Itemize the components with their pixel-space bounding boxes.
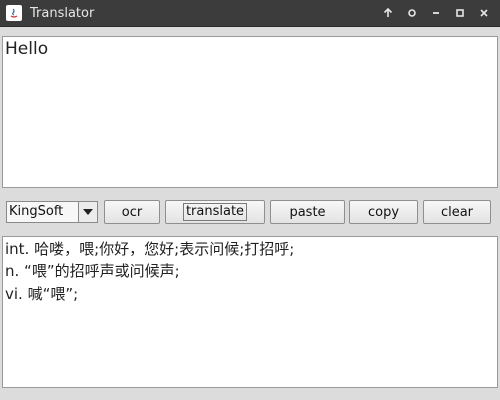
maximize-icon[interactable] xyxy=(448,0,472,26)
title-bar: Translator xyxy=(0,0,500,27)
result-line: vi. 喊“喂”; xyxy=(5,285,79,303)
source-text-area[interactable]: Hello xyxy=(2,36,498,188)
arrow-up-icon[interactable] xyxy=(376,0,400,26)
copy-button-label: copy xyxy=(367,204,400,220)
engine-dropdown[interactable]: KingSoft xyxy=(6,201,98,223)
clear-button[interactable]: clear xyxy=(423,200,491,224)
result-line: int. 哈喽，喂;你好，您好;表示问候;打招呼; xyxy=(5,240,295,258)
clear-button-label: clear xyxy=(440,204,474,220)
result-line: n. “喂”的招呼声或问候声; xyxy=(5,262,180,280)
engine-selected-value: KingSoft xyxy=(7,202,79,222)
copy-button[interactable]: copy xyxy=(349,200,418,224)
circle-icon[interactable] xyxy=(400,0,424,26)
close-icon[interactable] xyxy=(472,0,496,26)
paste-button-label: paste xyxy=(289,204,326,220)
result-text-area[interactable]: int. 哈喽，喂;你好，您好;表示问候;打招呼; n. “喂”的招呼声或问候声… xyxy=(2,236,498,388)
paste-button[interactable]: paste xyxy=(270,200,345,224)
translate-button[interactable]: translate xyxy=(165,200,265,224)
ocr-button-label: ocr xyxy=(121,204,143,220)
java-app-icon xyxy=(6,5,22,21)
translate-button-label: translate xyxy=(182,203,248,221)
ocr-button[interactable]: ocr xyxy=(104,200,160,224)
window-title: Translator xyxy=(30,5,95,21)
source-text: Hello xyxy=(5,39,49,59)
minimize-icon[interactable] xyxy=(424,0,448,26)
toolbar: KingSoft ocr translate paste copy clear xyxy=(0,190,500,234)
chevron-down-icon[interactable] xyxy=(79,202,97,222)
